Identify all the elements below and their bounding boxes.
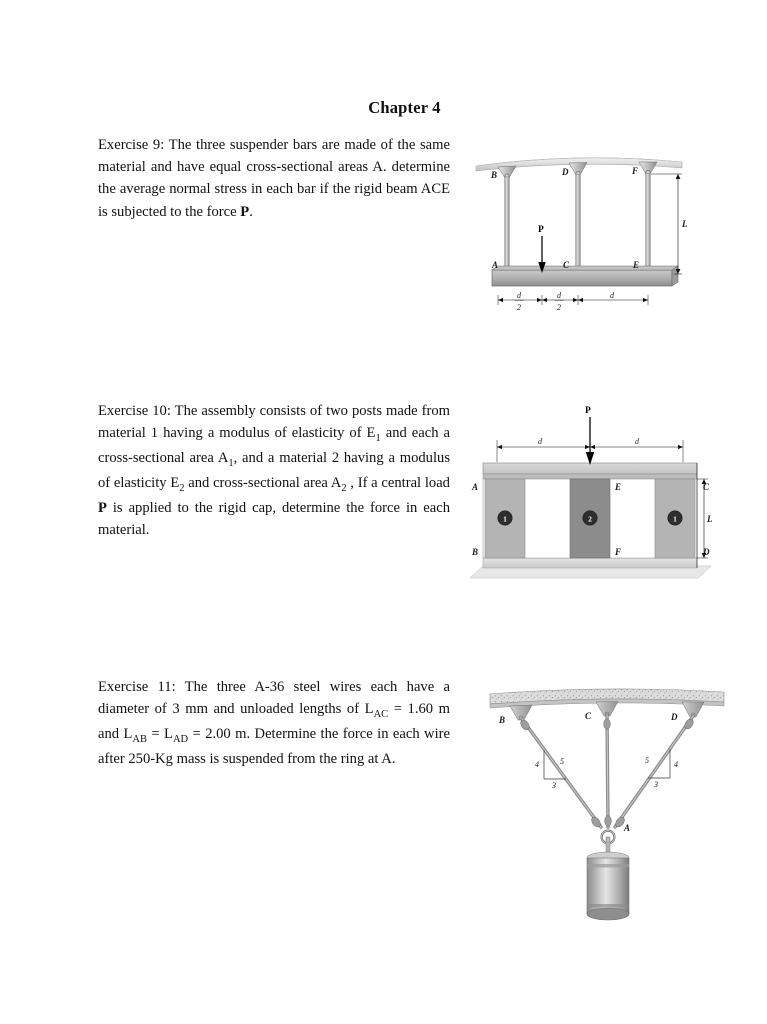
exercise-9-label: Exercise 9: <box>98 137 165 153</box>
label-F: F <box>631 166 638 176</box>
wire-AC <box>605 713 610 829</box>
material-marker-right: 1 <box>673 514 677 523</box>
exercise-9-force-symbol: P <box>240 203 250 220</box>
page-title: Chapter 4 <box>368 98 441 117</box>
dimension-d-den-1: 2 <box>517 303 521 312</box>
label-C: C <box>585 711 592 721</box>
dimension-label-L: L <box>706 514 713 524</box>
label-B: B <box>490 170 497 180</box>
dimension-d-over-2-second: d 2 <box>554 291 564 312</box>
text-run: , If a central load <box>346 474 450 491</box>
figure-exercise-9: P B D F A C E L d 2 d 2 d <box>470 140 700 320</box>
exercise-11-text: Exercise 11: The three A-36 steel wires … <box>98 676 450 770</box>
label-A: A <box>491 260 498 270</box>
post-right-material-1: 1 <box>654 478 696 559</box>
wire-AB <box>520 717 603 829</box>
slope-left-vertical: 4 <box>535 760 539 769</box>
label-E: E <box>614 482 621 492</box>
dimension-label-L: L <box>681 219 688 229</box>
label-C: C <box>563 260 570 270</box>
dimension-L <box>651 173 682 275</box>
post-left-material-1: 1 <box>484 478 526 559</box>
dimension-label-d-left: d <box>538 437 543 446</box>
force-symbol: P <box>98 499 107 516</box>
dimension-d-num-2: d <box>557 291 562 300</box>
label-F: F <box>614 547 621 557</box>
subscript: AD <box>172 733 189 745</box>
label-D: D <box>561 167 569 177</box>
subscript: AC <box>373 709 389 721</box>
ground-slab <box>469 557 712 579</box>
material-marker-left: 1 <box>503 514 507 523</box>
load-label-P: P <box>585 406 591 416</box>
rigid-cap <box>482 462 698 480</box>
label-A: A <box>471 482 478 492</box>
label-B: B <box>498 715 505 725</box>
figure-exercise-11: B C D A 4 5 3 4 5 3 <box>488 682 732 932</box>
label-B: B <box>471 547 478 557</box>
material-marker-center: 2 <box>588 514 592 523</box>
dimension-d-num-1: d <box>517 291 522 300</box>
figure-exercise-10: 1 2 1 P d d A B E F C D L <box>465 400 715 600</box>
label-A: A <box>623 823 630 833</box>
text-run: is applied to the rigid cap, determine t… <box>98 499 450 538</box>
dimension-label-d-right: d <box>635 437 640 446</box>
exercise-10-body: The assembly consists of two posts made … <box>98 403 450 538</box>
suspender-bar-BA <box>497 165 517 283</box>
slope-right-horizontal: 3 <box>653 780 658 789</box>
dimension-d-den-2: 2 <box>557 303 561 312</box>
text-run: = L <box>147 726 173 743</box>
suspender-bar-DC <box>568 162 588 283</box>
dimension-d-over-2-first: d 2 <box>514 291 524 312</box>
exercise-9-text: Exercise 9: The three suspender bars are… <box>98 134 450 223</box>
exercise-10-text: Exercise 10: The assembly consists of tw… <box>98 400 450 541</box>
slope-right-vertical: 4 <box>674 760 678 769</box>
exercise-10-label: Exercise 10: <box>98 403 171 419</box>
slope-left-hypotenuse: 5 <box>560 757 564 766</box>
wire-AD <box>613 714 695 829</box>
exercise-11-label: Exercise 11: <box>98 679 176 695</box>
subscript: AB <box>132 733 147 745</box>
label-E: E <box>632 260 639 270</box>
post-center-material-2: 2 <box>569 478 611 559</box>
text-run: and cross-sectional area A <box>184 474 342 491</box>
load-label-P: P <box>538 225 544 235</box>
exercise-9-body-2: . <box>249 203 253 220</box>
rigid-beam-ACE <box>491 265 679 287</box>
suspended-mass-cylinder <box>586 851 630 921</box>
document-page: Chapter 4 Exercise 9: The three suspende… <box>0 0 767 1024</box>
slope-left-horizontal: 3 <box>551 781 556 790</box>
dimension-d-full: d <box>610 291 615 300</box>
label-D: D <box>670 712 678 722</box>
suspender-bar-FE <box>638 161 658 283</box>
slope-right-hypotenuse: 5 <box>645 756 649 765</box>
